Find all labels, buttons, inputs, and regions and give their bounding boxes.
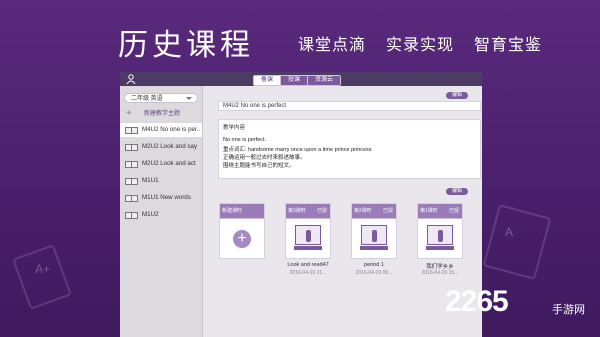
- card-tag: 第2课时: [354, 208, 372, 214]
- banner-subtitle-3: 智育宝鉴: [474, 37, 543, 54]
- book-icon: [125, 127, 138, 134]
- sidebar-item-lesson[interactable]: M1U1: [120, 174, 202, 188]
- card-title: period 1: [364, 262, 384, 268]
- lesson-label: M4U2 No one is per...: [142, 126, 200, 133]
- edit-periods-button[interactable]: 编辑: [446, 188, 468, 195]
- teaching-content-label: 教学内容: [223, 125, 246, 131]
- grade-select-value: 二年级 英语: [131, 96, 163, 102]
- watermark-suffix: 手游网: [552, 304, 585, 316]
- content-line: 围绕主题能书写自己的短文。: [223, 163, 295, 169]
- content-line: 重点词汇: handsome marry once upon a time pr…: [223, 147, 372, 153]
- sidebar-item-lesson[interactable]: M2U2 Look and act: [120, 157, 202, 171]
- user-icon[interactable]: [126, 74, 136, 84]
- main-panel: 编辑 M4U2 No one is perfect 教学内容 No one is…: [203, 86, 482, 337]
- card-status: 已授: [382, 208, 393, 214]
- grade-select[interactable]: 二年级 英语: [124, 93, 198, 103]
- lesson-label: M2U2 Look and act: [142, 160, 196, 167]
- decor-grade-label: A+: [35, 262, 51, 276]
- card-status: 已授: [448, 208, 459, 214]
- tab-resource-cloud[interactable]: 资源云: [307, 76, 341, 85]
- book-icon: [125, 195, 138, 202]
- card-tag: 新建课时: [222, 208, 243, 214]
- period-card[interactable]: 第2课时 已授: [351, 203, 397, 259]
- book-icon: [125, 178, 138, 185]
- banner-title: 历史课程: [118, 28, 254, 63]
- decor-card: [12, 244, 72, 310]
- lesson-label: M1U2: [142, 211, 159, 218]
- lesson-label: M1U1 New words: [142, 194, 191, 201]
- decor-grade-label-2: A: [505, 225, 514, 239]
- card-header: 第1课时 已授: [418, 204, 462, 219]
- book-icon: [125, 212, 138, 219]
- card-header: 第3课时 已授: [286, 204, 330, 219]
- sidebar-item-lesson[interactable]: M1U2: [120, 208, 202, 222]
- tab-prepare[interactable]: 备课: [254, 76, 281, 85]
- teacher-figure: [372, 230, 377, 242]
- mode-tabs: 备课 授课 资源云: [253, 75, 342, 86]
- card-date: 2016-04-19 15...: [421, 270, 459, 276]
- card-base: [360, 246, 388, 250]
- new-theme-button[interactable]: + 新建教学主题: [120, 108, 202, 120]
- app-window: 备课 授课 资源云 二年级 英语 + 新建教学主题 M4U2 No one is…: [120, 72, 482, 337]
- watermark-number: 2265: [445, 285, 509, 318]
- lesson-title-field[interactable]: M4U2 No one is perfect: [218, 101, 481, 111]
- card-date: 2016-04-19 09...: [355, 270, 393, 276]
- sidebar-item-lesson[interactable]: M2U2 Look and say: [120, 140, 202, 154]
- card-title: 我们学乡乡: [426, 264, 454, 270]
- content-line: No one is perfect.: [223, 137, 267, 143]
- tab-teach[interactable]: 授课: [280, 76, 308, 85]
- teacher-figure: [438, 230, 443, 242]
- edit-title-button[interactable]: 编辑: [446, 92, 468, 99]
- banner-subtitle-2: 实录实现: [386, 37, 455, 54]
- card-status: 已授: [316, 208, 327, 214]
- plus-icon: +: [233, 230, 251, 248]
- period-card[interactable]: 第1课时 已授: [417, 203, 463, 259]
- banner-subtitle-1: 课堂点滴: [298, 37, 367, 54]
- book-icon: [125, 144, 138, 151]
- card-header: 新建课时: [220, 204, 264, 219]
- chevron-down-icon: [186, 97, 192, 100]
- card-tag: 第1课时: [420, 208, 438, 214]
- book-icon: [125, 161, 138, 168]
- lesson-label: M2U2 Look and say: [142, 143, 198, 150]
- sidebar: 二年级 英语 + 新建教学主题 M4U2 No one is per... M2…: [120, 86, 203, 337]
- decor-paper: [482, 204, 552, 280]
- card-base: [294, 246, 322, 250]
- card-title: Look and read47: [287, 262, 329, 268]
- lesson-label: M1U1: [142, 177, 159, 184]
- period-card[interactable]: 第3课时 已授: [285, 203, 331, 259]
- teaching-content-box[interactable]: 教学内容 No one is perfect. 重点词汇: handsome m…: [218, 119, 481, 179]
- new-period-card[interactable]: 新建课时 +: [219, 203, 265, 259]
- card-header: 第2课时 已授: [352, 204, 396, 219]
- banner-subtitles: 课堂点滴 实录实现 智育宝鉴: [298, 31, 542, 55]
- content-line: 正确运用一般过去时来叙述故事。: [223, 155, 306, 161]
- sidebar-item-lesson[interactable]: M1U1 New words: [120, 191, 202, 205]
- teacher-figure: [306, 230, 311, 242]
- plus-icon: +: [126, 108, 132, 119]
- card-base: [426, 246, 454, 250]
- card-tag: 第3课时: [288, 208, 306, 214]
- new-theme-label: 新建教学主题: [144, 111, 181, 117]
- card-date: 2016-04-16 21...: [289, 270, 327, 276]
- sidebar-item-lesson[interactable]: M4U2 No one is per...: [120, 123, 202, 137]
- top-bar: 备课 授课 资源云: [120, 72, 482, 86]
